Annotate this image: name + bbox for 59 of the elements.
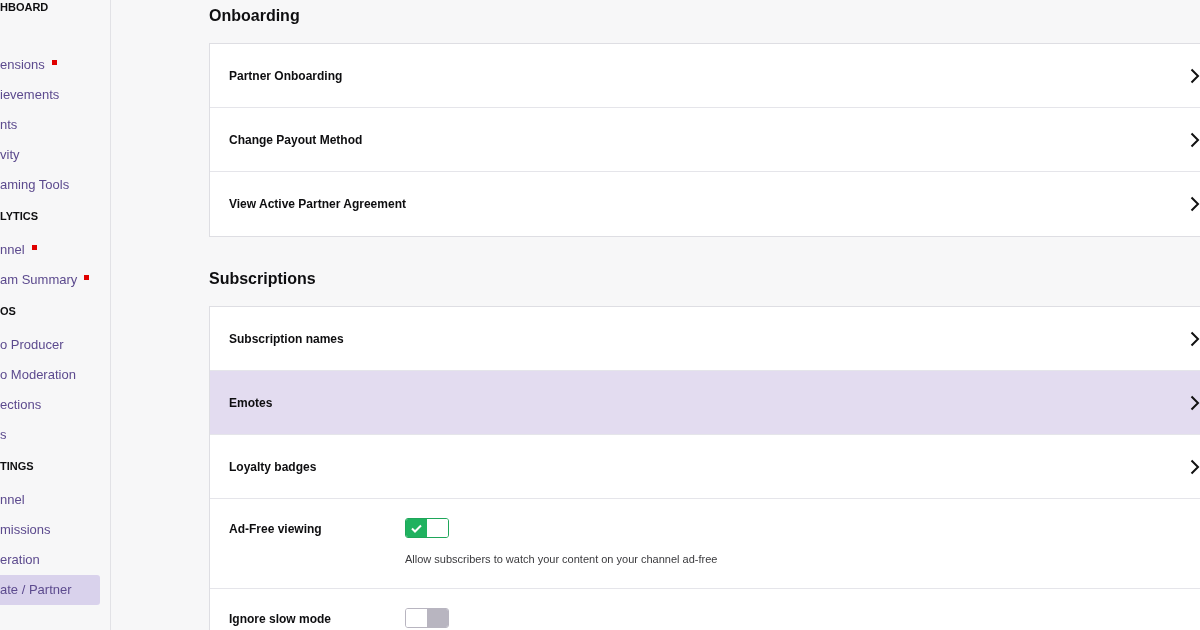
nav-item[interactable]: ections (0, 390, 100, 420)
nav-item[interactable]: eration (0, 545, 100, 575)
nav-label: nts (0, 116, 18, 135)
setting-description: Allow subscribers to watch your content on your channel ad-free (405, 552, 718, 567)
nav-item[interactable]: nnel (0, 485, 100, 515)
nav-label: am Summary (0, 271, 78, 290)
link-label: Change Payout Method (229, 131, 363, 149)
toggle-switch[interactable] (405, 607, 449, 628)
settings-link[interactable]: Partner Onboarding (210, 44, 1200, 108)
chevron-right-icon (1190, 394, 1200, 411)
nav-label: nnel (0, 491, 25, 510)
link-label: Partner Onboarding (229, 67, 343, 85)
settings-link[interactable]: Loyalty badges (210, 435, 1200, 499)
section-header: OS (0, 305, 17, 317)
chevron-right-icon (1190, 131, 1200, 148)
nav-item[interactable]: am Summary (0, 265, 100, 295)
nav-item[interactable]: missions (0, 515, 100, 545)
chevron-right-icon (1190, 67, 1200, 84)
link-label: Loyalty badges (229, 458, 317, 476)
nav-label: eration (0, 551, 40, 570)
settings-link[interactable]: View Active Partner Agreement (210, 172, 1200, 236)
nav-label: ensions (0, 56, 45, 75)
setting-label: Ignore slow mode (229, 610, 332, 628)
nav-label: o Producer (0, 336, 64, 355)
link-label: Emotes (229, 394, 273, 412)
nav-label: ate / Partner (0, 581, 72, 600)
nav-item[interactable]: nts (0, 110, 100, 140)
nav-item[interactable]: ensions (0, 50, 100, 80)
check-icon (411, 523, 422, 533)
nav-item[interactable]: o Moderation (0, 360, 100, 390)
section-header: TINGS (0, 460, 35, 472)
nav-label: o Moderation (0, 366, 76, 385)
section-header: LYTICS (0, 210, 40, 222)
nav-label: nnel (0, 241, 25, 260)
section-title: Subscriptions (209, 269, 317, 289)
nav-item[interactable]: ievements (0, 80, 100, 110)
nav-label: aming Tools (0, 176, 70, 195)
settings-link[interactable]: Change Payout Method (210, 108, 1200, 172)
nav-item[interactable]: nnel (0, 235, 100, 265)
settings-link[interactable]: Emotes (210, 371, 1200, 435)
nav-label: missions (0, 521, 51, 540)
nav-item[interactable]: s (0, 420, 100, 450)
nav-label: ections (0, 396, 42, 415)
nav-item[interactable]: vity (0, 140, 100, 170)
toggle-switch[interactable] (405, 518, 449, 538)
section-header: HBOARD (0, 1, 50, 13)
setting-label: Ad-Free viewing (229, 521, 323, 538)
nav-label: s (0, 426, 7, 445)
nav-label: ievements (0, 86, 60, 105)
chevron-right-icon (1190, 458, 1200, 475)
link-label: Subscription names (229, 330, 344, 348)
link-label: View Active Partner Agreement (229, 196, 406, 213)
nav-item[interactable]: o Producer (0, 330, 100, 360)
section-title: Onboarding (209, 6, 301, 26)
chevron-right-icon (1190, 196, 1200, 212)
nav-item[interactable]: aming Tools (0, 170, 100, 200)
nav-item[interactable]: ate / Partner (0, 575, 100, 605)
nav-label: vity (0, 146, 20, 165)
chevron-right-icon (1190, 330, 1200, 347)
